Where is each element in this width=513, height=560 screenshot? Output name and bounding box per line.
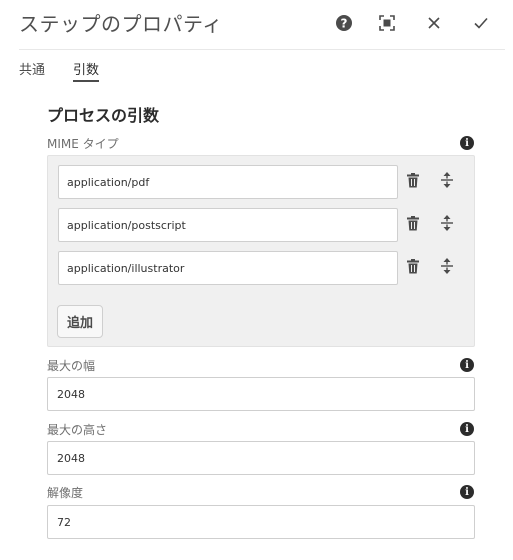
fullscreen-button[interactable] [376, 12, 398, 34]
max-height-label: 最大の高さ [47, 423, 108, 437]
question-circle-icon: ? [335, 14, 353, 32]
resolution-input[interactable] [47, 505, 475, 539]
drag-reorder-icon [440, 172, 454, 192]
info-icon[interactable]: i [460, 422, 474, 436]
max-width-label: 最大の幅 [47, 359, 96, 373]
info-icon[interactable]: i [460, 485, 474, 499]
fullscreen-icon [378, 14, 396, 32]
max-width-input[interactable] [47, 377, 475, 411]
reorder-handle-1[interactable] [435, 170, 459, 194]
help-button[interactable]: ? [333, 12, 355, 34]
resolution-label: 解像度 [47, 486, 84, 500]
trash-icon [406, 258, 420, 278]
mime-type-label: MIME タイプ [47, 137, 119, 151]
reorder-handle-3[interactable] [435, 256, 459, 280]
mime-type-multifield: 追加 [47, 155, 475, 347]
delete-button-2[interactable] [401, 213, 425, 237]
add-button[interactable]: 追加 [57, 305, 103, 338]
section-title: プロセスの引数 [47, 106, 160, 125]
close-icon [426, 15, 442, 31]
info-icon[interactable]: i [460, 136, 474, 150]
max-height-input[interactable] [47, 441, 475, 475]
tab-list: 共通 引数 [0, 50, 513, 84]
tab-arguments[interactable]: 引数 [73, 59, 99, 78]
drag-reorder-icon [440, 258, 454, 278]
delete-button-3[interactable] [401, 256, 425, 280]
dialog-title: ステップのプロパティ [19, 12, 223, 36]
trash-icon [406, 172, 420, 192]
svg-text:?: ? [341, 17, 348, 31]
mime-type-input-3[interactable] [58, 251, 398, 285]
active-tab-indicator [73, 80, 99, 82]
close-button[interactable] [423, 12, 445, 34]
info-icon[interactable]: i [460, 358, 474, 372]
dialog-header: ステップのプロパティ ? [0, 0, 513, 46]
trash-icon [406, 215, 420, 235]
checkmark-icon [473, 15, 489, 31]
delete-button-1[interactable] [401, 170, 425, 194]
mime-type-input-2[interactable] [58, 208, 398, 242]
tab-common[interactable]: 共通 [19, 59, 45, 78]
drag-reorder-icon [440, 215, 454, 235]
reorder-handle-2[interactable] [435, 213, 459, 237]
mime-type-input-1[interactable] [58, 165, 398, 199]
done-button[interactable] [470, 12, 492, 34]
